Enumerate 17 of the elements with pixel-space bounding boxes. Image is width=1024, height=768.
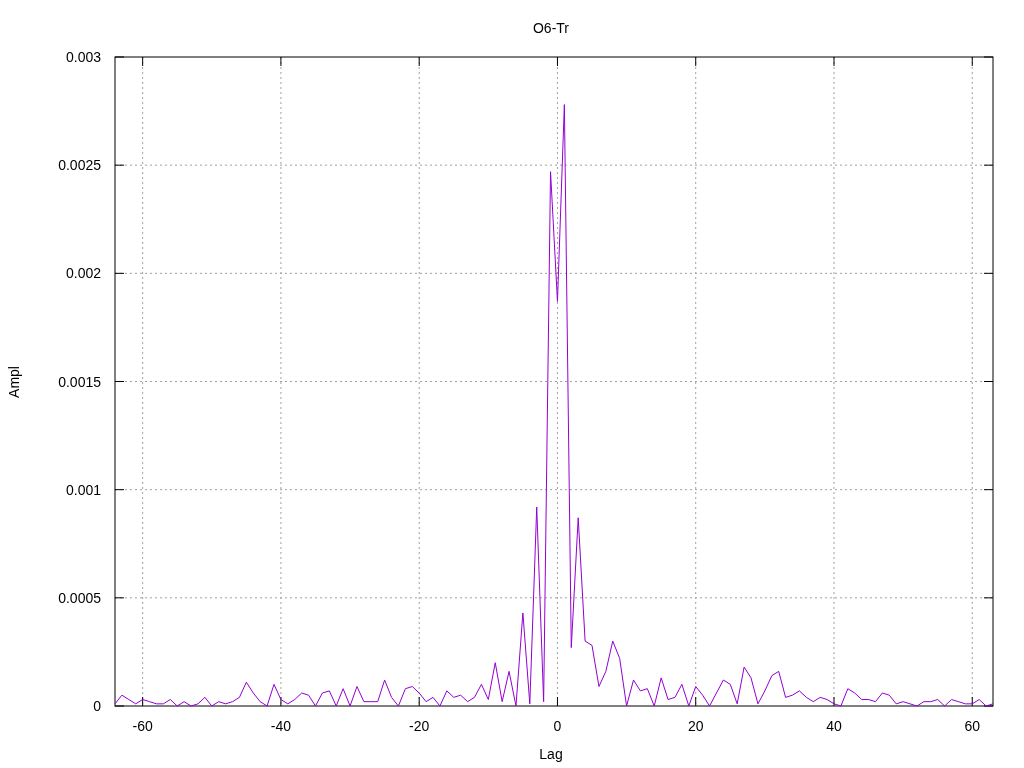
tick-label: 0 [553, 718, 562, 734]
tick-label: 0.0015 [58, 373, 101, 390]
tick-label: 40 [826, 718, 842, 734]
tick-label: 0.002 [65, 265, 101, 282]
tick-label: 0.0005 [58, 589, 101, 606]
axis-label: Lag [539, 746, 563, 762]
tick-label: 20 [687, 718, 704, 734]
tick-label: 60 [964, 718, 981, 734]
tick-label: -60 [132, 718, 153, 734]
axis-label: Ampl [6, 366, 22, 398]
tick-label: -20 [409, 718, 430, 734]
chart-title: O6-Tr [533, 20, 569, 36]
tick-label: 0.001 [65, 481, 101, 498]
tick-label: 0.003 [65, 49, 101, 65]
tick-label: 0.0025 [58, 157, 101, 174]
tick-label: -40 [270, 718, 292, 734]
tick-label: 0 [93, 698, 101, 714]
